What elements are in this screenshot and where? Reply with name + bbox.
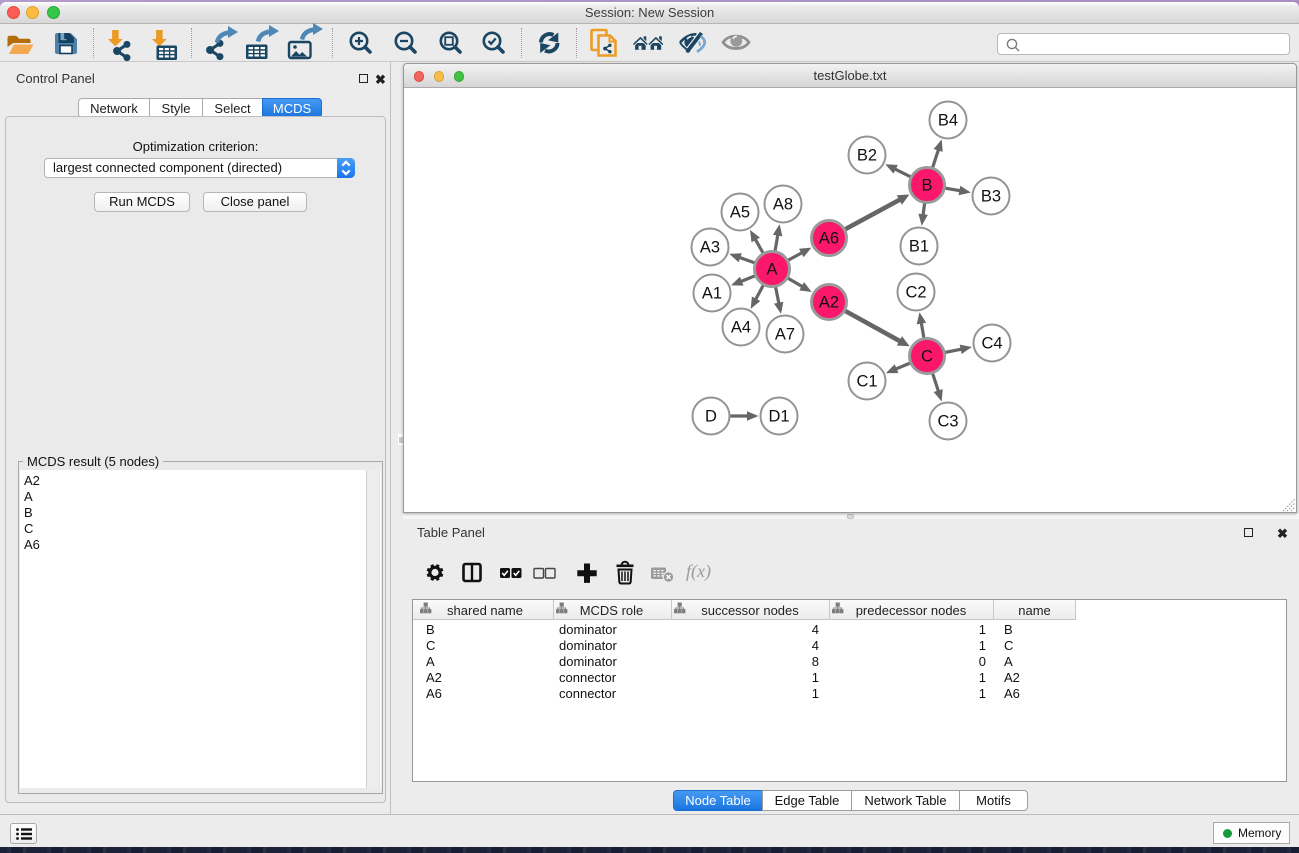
svg-text:C2: C2 — [905, 284, 926, 302]
svg-text:C4: C4 — [981, 335, 1002, 353]
svg-text:B: B — [921, 177, 932, 195]
svg-text:B1: B1 — [909, 238, 929, 256]
svg-text:A5: A5 — [730, 204, 750, 222]
svg-text:D1: D1 — [768, 408, 789, 426]
svg-text:A7: A7 — [775, 326, 795, 344]
svg-text:B2: B2 — [857, 147, 877, 165]
svg-text:C1: C1 — [856, 373, 877, 391]
svg-text:A: A — [766, 261, 777, 279]
svg-text:C3: C3 — [937, 413, 958, 431]
svg-text:B3: B3 — [981, 188, 1001, 206]
svg-text:A6: A6 — [819, 230, 839, 248]
svg-text:A3: A3 — [700, 239, 720, 257]
svg-text:A2: A2 — [819, 294, 839, 312]
svg-text:A8: A8 — [773, 196, 793, 214]
svg-text:A1: A1 — [702, 285, 722, 303]
svg-text:D: D — [705, 408, 717, 426]
svg-text:B4: B4 — [938, 112, 958, 130]
svg-text:A4: A4 — [731, 319, 751, 337]
svg-text:C: C — [921, 348, 933, 366]
